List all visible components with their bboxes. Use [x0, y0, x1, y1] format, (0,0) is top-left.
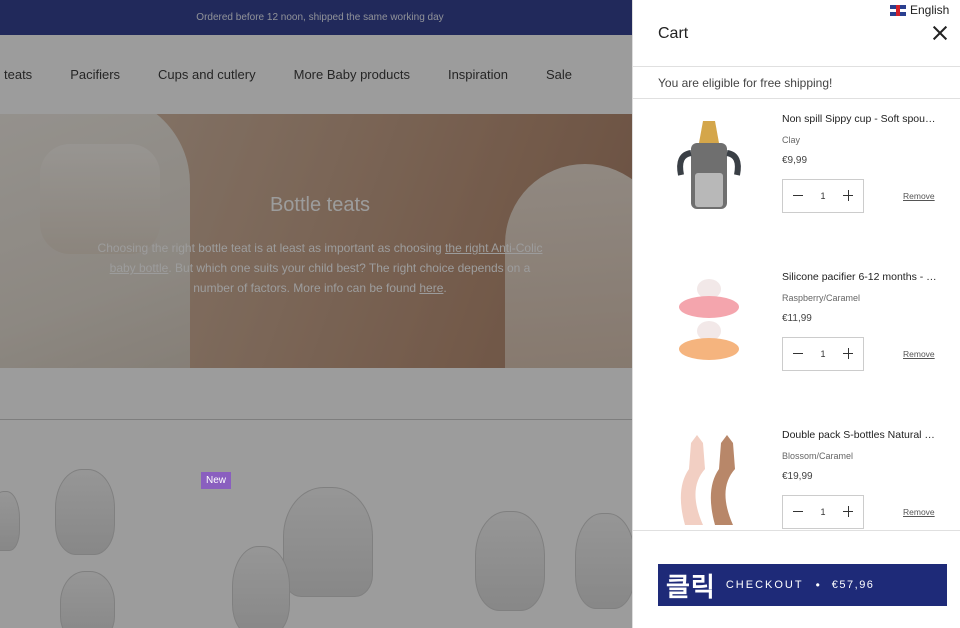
bottles-icon — [680, 435, 735, 525]
cart-title: Cart — [658, 25, 689, 42]
language-selector[interactable]: English — [890, 3, 949, 17]
quantity-value[interactable]: 1 — [820, 349, 825, 359]
new-badge: New — [201, 472, 231, 489]
close-icon[interactable] — [931, 24, 949, 42]
cart-item-price: €9,99 — [782, 155, 808, 166]
quantity-value[interactable]: 1 — [820, 507, 825, 517]
uk-flag-icon — [890, 4, 906, 16]
remove-link[interactable]: Remove — [903, 349, 935, 359]
cart-item-price: €19,99 — [782, 471, 813, 482]
cart-divider — [633, 98, 960, 99]
cart-divider — [633, 66, 960, 67]
cart-drawer: Cart You are eligible for free shipping!… — [632, 0, 960, 628]
checkout-total: €57,96 — [831, 579, 875, 591]
remove-link[interactable]: Remove — [903, 191, 935, 201]
cart-divider — [633, 530, 960, 531]
cart-item-variant: Clay — [782, 135, 801, 145]
cart-item-price: €11,99 — [782, 313, 812, 324]
quantity-value[interactable]: 1 — [820, 191, 825, 201]
language-label: English — [910, 3, 950, 17]
minus-icon[interactable] — [791, 505, 805, 519]
cart-item-variant: Blossom/Caramel — [782, 451, 854, 461]
cart-item-name[interactable]: Double pack S-bottles Natural 2... — [782, 429, 937, 441]
remove-link[interactable]: Remove — [903, 507, 935, 517]
sippy-cup-icon — [677, 121, 741, 209]
minus-icon[interactable] — [791, 189, 805, 203]
cart-item: Non spill Sippy cup - Soft spout -... Cl… — [633, 105, 960, 263]
cart-item: Silicone pacifier 6-12 months - 2... Ras… — [633, 263, 960, 421]
quantity-stepper: 1 — [782, 179, 864, 213]
quantity-stepper: 1 — [782, 337, 864, 371]
separator-dot: • — [815, 578, 820, 592]
quantity-stepper: 1 — [782, 495, 864, 529]
cart-item-variant: Raspberry/Caramel — [782, 293, 861, 303]
minus-icon[interactable] — [791, 347, 805, 361]
click-korean-label: 클릭 — [666, 571, 716, 602]
checkout-button[interactable]: 클릭 CHECKOUT • €57,96 — [658, 564, 947, 606]
plus-icon[interactable] — [841, 505, 855, 519]
cart-item-name[interactable]: Silicone pacifier 6-12 months - 2... — [782, 271, 937, 283]
checkout-label: CHECKOUT — [725, 579, 804, 591]
page-dim-overlay[interactable] — [0, 0, 632, 628]
cart-item: Double pack S-bottles Natural 2... Bloss… — [633, 421, 960, 579]
cart-item-name[interactable]: Non spill Sippy cup - Soft spout -... — [782, 113, 937, 125]
pacifier-icon — [679, 279, 739, 360]
plus-icon[interactable] — [841, 189, 855, 203]
free-shipping-message: You are eligible for free shipping! — [658, 76, 833, 90]
plus-icon[interactable] — [841, 347, 855, 361]
